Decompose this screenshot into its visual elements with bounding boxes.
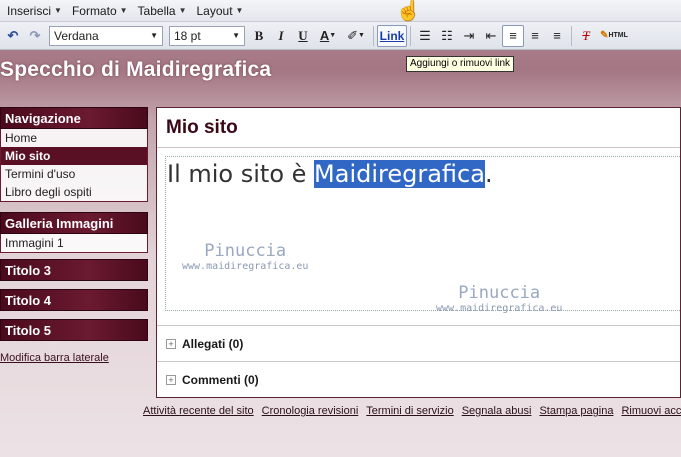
main-content: Mio sito Il mio sito è Maidiregrafica. P… — [156, 107, 681, 398]
sidebar-item-mio-sito[interactable]: Mio sito — [1, 147, 147, 165]
sidebar-item-immagini-1[interactable]: Immagini 1 — [1, 234, 147, 252]
expand-icon[interactable]: + — [166, 374, 176, 385]
toolbar-separator — [410, 25, 411, 46]
sidebar-item-libro-ospiti[interactable]: Libro degli ospiti — [1, 183, 147, 201]
sidebar-navigation: Navigazione Home Mio sito Termini d'uso … — [0, 107, 148, 202]
italic-button[interactable]: I — [270, 25, 292, 47]
align-right-button[interactable]: ≡ — [546, 25, 568, 47]
indent-button[interactable]: ⇥ — [458, 25, 480, 47]
undo-button[interactable]: ↶ — [2, 25, 24, 47]
align-left-button[interactable]: ≡ — [502, 24, 524, 47]
chevron-down-icon: ▼ — [178, 6, 187, 15]
sidebar-titolo-3: Titolo 3 — [0, 259, 148, 281]
highlight-color-button[interactable]: ✐ ▼ — [342, 25, 370, 47]
bulleted-list-icon: ☷ — [441, 27, 453, 43]
chevron-down-icon: ▼ — [54, 6, 62, 15]
align-left-icon: ≡ — [509, 28, 517, 43]
editor-content[interactable]: Il mio sito è Maidiregrafica. — [167, 160, 493, 188]
pencil-icon: ✎ — [600, 30, 609, 41]
text-color-button[interactable]: A ▼ — [314, 25, 342, 47]
remove-format-button[interactable]: T — [575, 25, 597, 47]
comments-section[interactable]: + Commenti (0) — [157, 361, 680, 397]
attachments-section[interactable]: + Allegati (0) — [157, 325, 680, 361]
undo-icon: ↶ — [7, 27, 19, 43]
footer-link-stampa[interactable]: Stampa pagina — [539, 405, 613, 417]
page-title: Mio sito — [157, 108, 680, 148]
chevron-down-icon: ▼ — [235, 6, 244, 15]
editor-toolbar: ↶ ↷ Verdana ▼ 18 pt ▼ B I U A ▼ ✐ ▼ Link ☰ ☷… — [0, 22, 681, 50]
selected-text[interactable]: Maidiregrafica — [314, 160, 485, 188]
chevron-down-icon: ▼ — [119, 6, 128, 15]
sidebar-item-termini[interactable]: Termini d'uso — [1, 165, 147, 183]
align-center-button[interactable]: ≡ — [524, 25, 546, 47]
numbered-list-button[interactable]: ☰ — [414, 25, 436, 47]
watermark: Pinuccia www.maidiregrafica.eu — [436, 283, 563, 314]
link-tooltip: Aggiungi o rimuovi link — [406, 56, 515, 72]
align-center-icon: ≡ — [531, 28, 539, 43]
sidebar-titolo-4-header: Titolo 4 — [0, 289, 148, 311]
html-button[interactable]: ✎ HTML — [597, 25, 631, 47]
menu-bar: Inserisci ▼ Formato ▼ Tabella ▼ Layout ▼ — [0, 0, 681, 22]
chevron-down-icon: ▼ — [357, 32, 365, 39]
numbered-list-icon: ☰ — [419, 27, 431, 43]
sidebar-titolo-3-header: Titolo 3 — [0, 259, 148, 281]
sidebar-gallery-list: Immagini 1 — [0, 234, 148, 253]
chevron-down-icon: ▼ — [329, 32, 337, 39]
toolbar-separator — [373, 25, 374, 46]
redo-icon: ↷ — [29, 27, 41, 43]
footer-link-rimuovi[interactable]: Rimuovi accesso — [621, 405, 681, 417]
watermark: Pinuccia www.maidiregrafica.eu — [182, 241, 309, 272]
site-title[interactable]: Specchio di Maidiregrafica — [0, 58, 271, 82]
remove-format-icon: T — [582, 27, 590, 43]
sidebar-titolo-4: Titolo 4 — [0, 289, 148, 311]
footer-link-abusi[interactable]: Segnala abusi — [462, 405, 532, 417]
footer-link-attivita[interactable]: Attività recente del sito — [143, 405, 254, 417]
bold-button[interactable]: B — [248, 25, 270, 47]
chevron-down-icon: ▼ — [232, 31, 240, 40]
sidebar-gallery-header: Galleria Immagini — [0, 212, 148, 234]
redo-button[interactable]: ↷ — [24, 25, 46, 47]
outdent-button[interactable]: ⇤ — [480, 25, 502, 47]
footer-link-termini[interactable]: Termini di servizio — [366, 405, 453, 417]
toolbar-separator — [571, 25, 572, 46]
sidebar-item-home[interactable]: Home — [1, 129, 147, 147]
chevron-down-icon: ▼ — [150, 31, 158, 40]
sidebar-gallery: Galleria Immagini Immagini 1 — [0, 212, 148, 253]
sidebar-nav-list: Home Mio sito Termini d'uso Libro degli … — [0, 129, 148, 202]
font-size-select[interactable]: 18 pt ▼ — [169, 25, 245, 46]
underline-button[interactable]: U — [292, 25, 314, 47]
sidebar-nav-header: Navigazione — [0, 107, 148, 129]
rich-text-editor[interactable]: Il mio sito è Maidiregrafica. Pinuccia w… — [165, 156, 681, 314]
bulleted-list-button[interactable]: ☷ — [436, 25, 458, 47]
outdent-icon: ⇤ — [485, 27, 497, 43]
menu-tabella[interactable]: Tabella ▼ — [133, 4, 192, 18]
footer-links: Attività recente del sito Cronologia rev… — [143, 405, 681, 417]
indent-icon: ⇥ — [463, 27, 475, 43]
hand-pointer-icon: ☝ — [396, 0, 421, 22]
sidebar-titolo-5: Titolo 5 — [0, 319, 148, 341]
menu-layout[interactable]: Layout ▼ — [192, 4, 249, 18]
menu-inserisci[interactable]: Inserisci ▼ — [2, 4, 67, 18]
edit-sidebar-link[interactable]: Modifica barra laterale — [0, 352, 109, 364]
link-button[interactable]: Link — [377, 24, 407, 47]
expand-icon[interactable]: + — [166, 338, 176, 349]
highlighter-icon: ✐ — [347, 27, 358, 43]
align-right-icon: ≡ — [553, 28, 561, 43]
font-family-select[interactable]: Verdana ▼ — [49, 25, 163, 46]
menu-formato[interactable]: Formato ▼ — [67, 4, 133, 18]
text-color-icon: A — [319, 28, 330, 43]
footer-link-cronologia[interactable]: Cronologia revisioni — [262, 405, 359, 417]
sidebar-titolo-5-header: Titolo 5 — [0, 319, 148, 341]
